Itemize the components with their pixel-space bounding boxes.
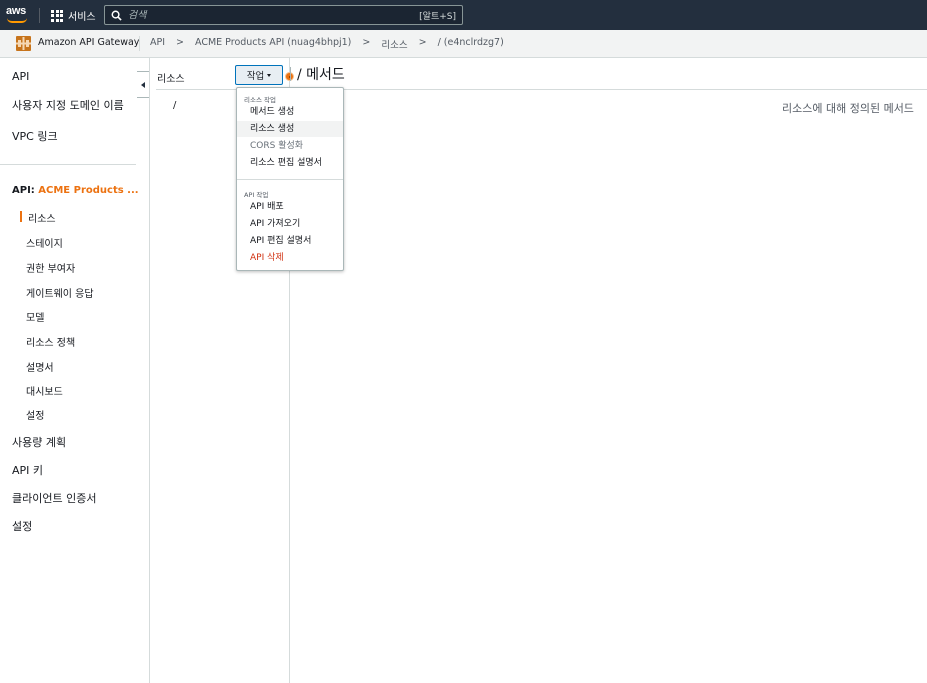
menu-item-edit-resource-docs[interactable]: 리소스 편집 설명서 bbox=[237, 155, 343, 171]
menu-item-create-resource[interactable]: 리소스 생성 bbox=[237, 121, 343, 137]
sidebar-item-api-keys[interactable]: API 키 bbox=[12, 462, 43, 478]
menu-item-delete-api[interactable]: API 삭제 bbox=[237, 250, 343, 266]
sidebar-item-resources[interactable]: 리소스 bbox=[28, 210, 56, 225]
sidebar-item-vpc-link[interactable]: VPC 링크 bbox=[12, 128, 58, 144]
actions-button[interactable]: 작업 bbox=[235, 65, 283, 85]
sidebar-item-models[interactable]: 모델 bbox=[26, 309, 44, 324]
aws-logo[interactable]: aws bbox=[6, 5, 32, 25]
menu-item-enable-cors[interactable]: CORS 활성화 bbox=[237, 138, 343, 154]
sidebar-item-gateway-responses[interactable]: 게이트웨이 응답 bbox=[26, 285, 94, 300]
sidebar-item-client-certificates[interactable]: 클라이언트 인증서 bbox=[12, 490, 96, 506]
breadcrumb-separator: > bbox=[418, 37, 427, 48]
sidebar-item-dashboard[interactable]: 대시보드 bbox=[26, 383, 63, 398]
menu-item-import-api[interactable]: API 가져오기 bbox=[237, 216, 343, 232]
sidebar-item-api-settings[interactable]: 설정 bbox=[26, 407, 44, 422]
main-divider bbox=[290, 89, 927, 90]
search-box[interactable]: [알트+S] bbox=[104, 5, 463, 25]
menu-item-deploy-api[interactable]: API 배포 bbox=[237, 199, 343, 215]
api-actions-header: API 작업 bbox=[244, 191, 269, 199]
aws-smile-icon bbox=[7, 18, 27, 23]
nav-divider bbox=[39, 8, 40, 23]
actions-label: 작업 bbox=[246, 71, 265, 82]
search-input[interactable] bbox=[128, 9, 420, 21]
menu-divider bbox=[237, 179, 343, 180]
page-title: / 메서드 bbox=[297, 67, 345, 83]
breadcrumb-separator: > bbox=[362, 37, 371, 48]
search-icon bbox=[111, 10, 122, 21]
sidebar-item-settings[interactable]: 설정 bbox=[12, 518, 32, 534]
sidebar-api-label: API: ACME Products ... bbox=[12, 185, 139, 196]
api-prefix: API: bbox=[12, 185, 35, 196]
resource-actions-header: 리소스 작업 bbox=[244, 96, 276, 104]
breadcrumb-resources[interactable]: 리소스 bbox=[381, 37, 407, 51]
caret-down-icon bbox=[267, 73, 272, 77]
sidebar-item-usage-plans[interactable]: 사용량 계획 bbox=[12, 434, 66, 450]
resource-root-node[interactable]: / bbox=[173, 100, 176, 111]
actions-dropdown-menu: 리소스 작업 메서드 생성 리소스 생성 CORS 활성화 리소스 편집 설명서… bbox=[236, 87, 344, 271]
breadcrumb-api[interactable]: API bbox=[150, 37, 165, 51]
breadcrumb-current: / (e4nclrdzg7) bbox=[437, 37, 504, 48]
grid-icon bbox=[51, 9, 63, 22]
sidebar-item-api[interactable]: API bbox=[12, 70, 29, 83]
breadcrumb-api-name[interactable]: ACME Products API (nuag4bhpj1) bbox=[195, 37, 351, 51]
top-navigation: aws 서비스 [알트+S] bbox=[0, 0, 927, 30]
sidebar-item-stages[interactable]: 스테이지 bbox=[26, 235, 63, 250]
title-divider bbox=[290, 67, 291, 81]
aws-logo-text: aws bbox=[6, 5, 26, 17]
api-name[interactable]: ACME Products ... bbox=[38, 185, 138, 196]
sidebar-item-custom-domain[interactable]: 사용자 지정 도메인 이름 bbox=[12, 97, 124, 113]
menu-item-create-method[interactable]: 메서드 생성 bbox=[237, 104, 343, 120]
breadcrumb: API > ACME Products API (nuag4bhpj1) > 리… bbox=[150, 37, 504, 51]
sidebar-divider bbox=[0, 164, 136, 165]
menu-item-edit-api-docs[interactable]: API 편집 설명서 bbox=[237, 233, 343, 249]
breadcrumb-separator: > bbox=[176, 37, 184, 48]
resources-title: 리소스 bbox=[157, 74, 185, 85]
sidebar-item-documentation[interactable]: 설명서 bbox=[26, 359, 54, 374]
active-indicator bbox=[20, 211, 22, 222]
empty-methods-message: 리소스에 대해 정의된 메서드 bbox=[782, 102, 914, 115]
chevron-left-icon bbox=[141, 81, 145, 88]
service-name[interactable]: Amazon API Gateway bbox=[38, 37, 139, 48]
search-shortcut: [알트+S] bbox=[419, 11, 456, 22]
services-menu-button[interactable]: 서비스 bbox=[51, 8, 96, 23]
services-label: 서비스 bbox=[68, 12, 96, 23]
api-gateway-icon bbox=[16, 36, 31, 51]
sidebar-item-authorizers[interactable]: 권한 부여자 bbox=[26, 260, 75, 275]
sidebar-item-resource-policy[interactable]: 리소스 정책 bbox=[26, 334, 75, 349]
breadcrumb-divider bbox=[139, 36, 140, 51]
